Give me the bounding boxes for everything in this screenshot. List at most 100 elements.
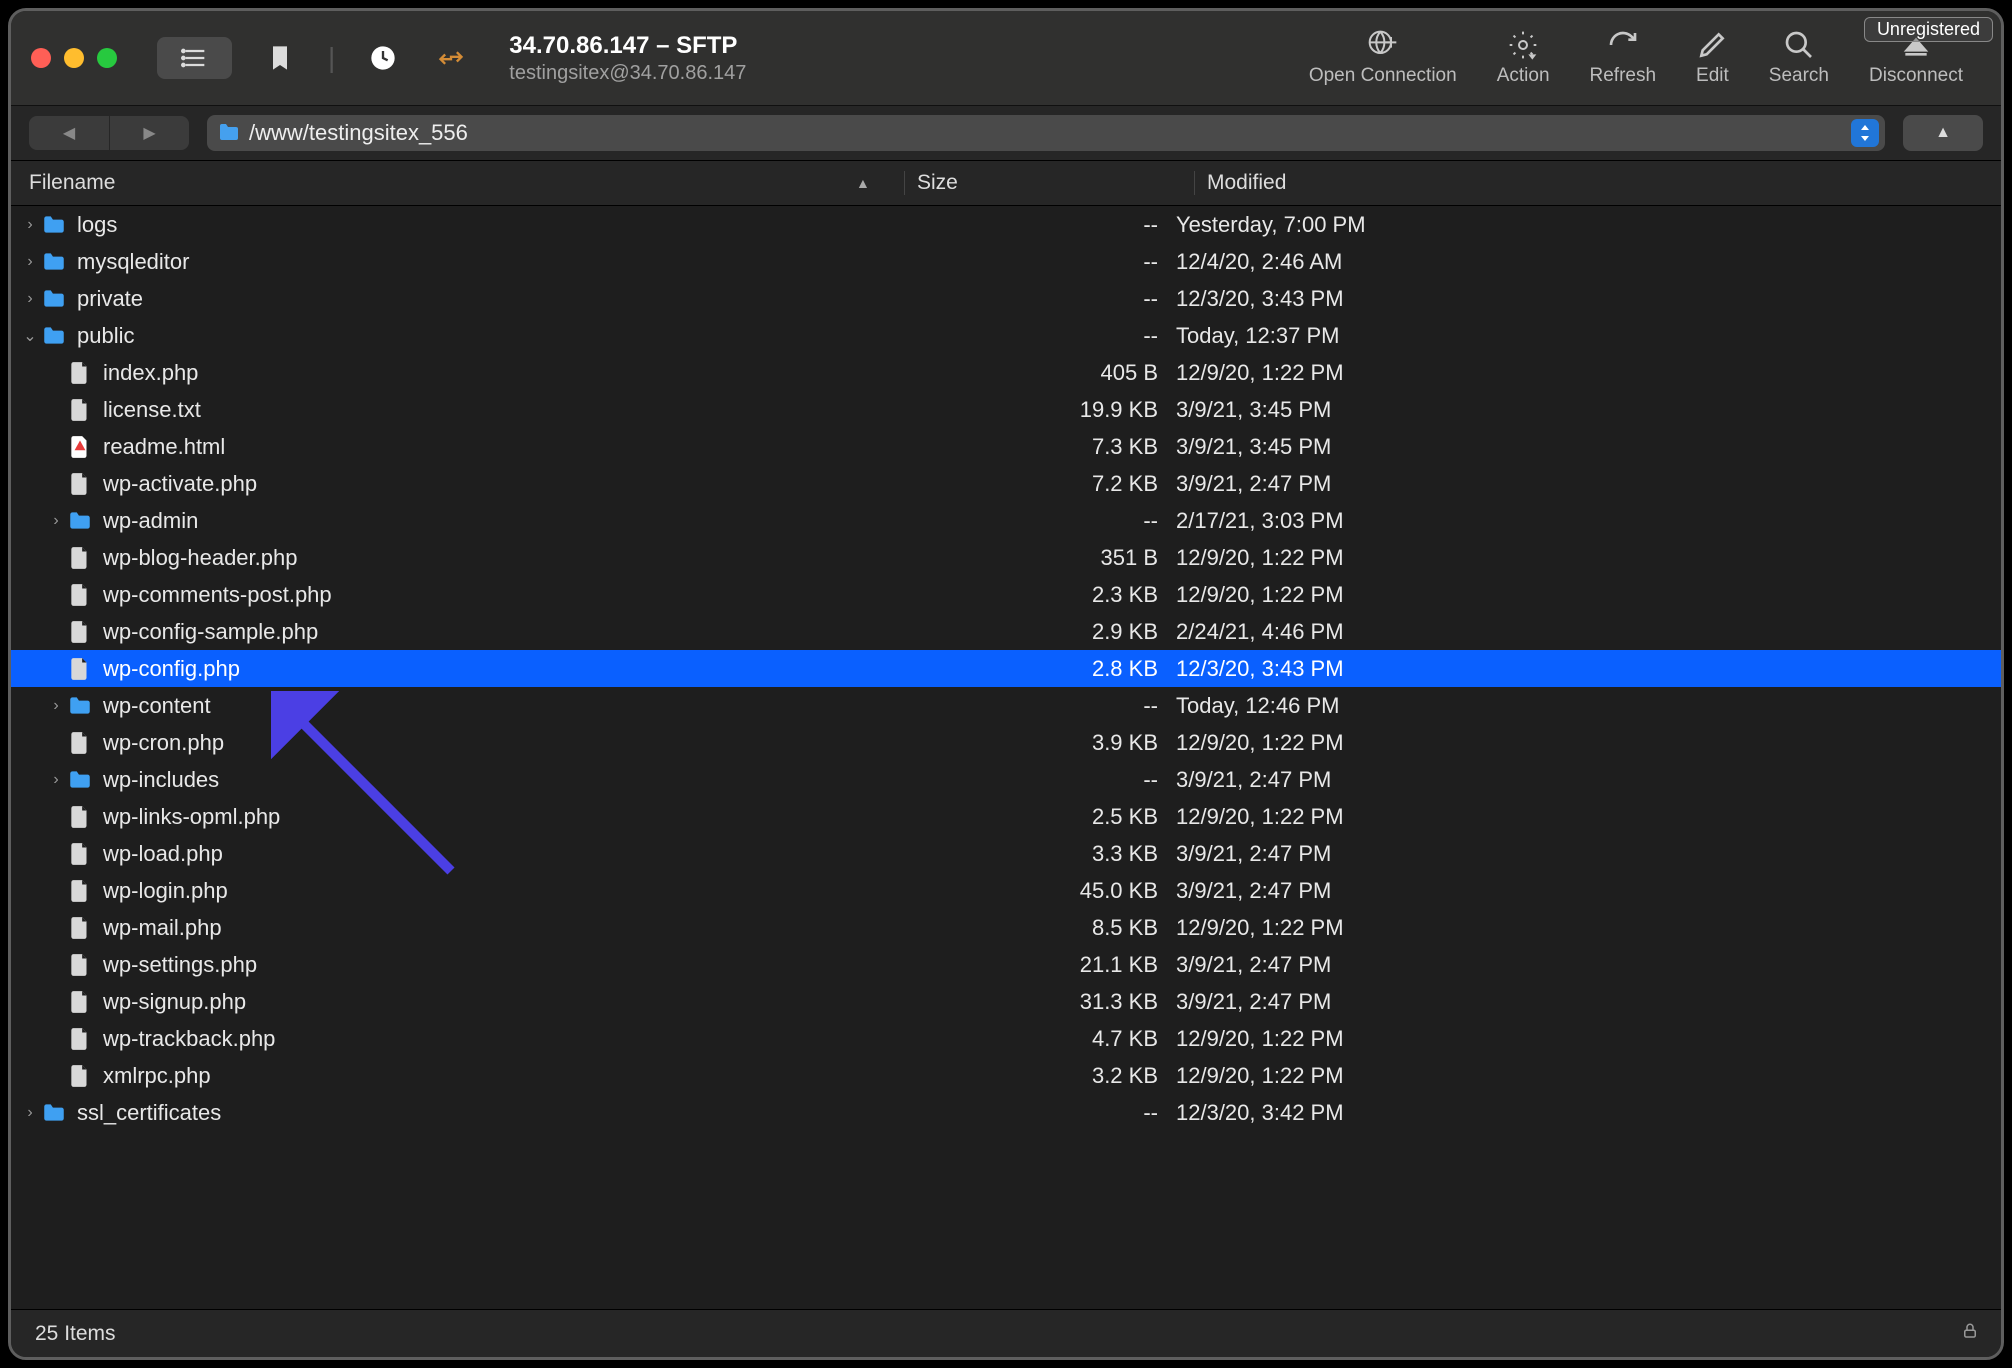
file-modified: 12/9/20, 1:22 PM (1176, 915, 1991, 941)
disclosure-triangle[interactable]: › (45, 697, 67, 715)
close-window-button[interactable] (31, 48, 51, 68)
disclosure-triangle[interactable]: › (45, 512, 67, 530)
column-header-filename[interactable]: Filename (29, 171, 904, 195)
file-row[interactable]: ⌄ public --Today, 12:37 PM (11, 317, 2001, 354)
file-modified: 3/9/21, 3:45 PM (1176, 397, 1991, 423)
file-row[interactable]: wp-cron.php3.9 KB12/9/20, 1:22 PM (11, 724, 2001, 761)
file-row[interactable]: index.php405 B12/9/20, 1:22 PM (11, 354, 2001, 391)
file-size: -- (886, 1100, 1176, 1126)
file-size: 351 B (886, 545, 1176, 571)
file-name: wp-mail.php (103, 915, 222, 941)
open-connection-button[interactable]: Open Connection (1289, 11, 1477, 105)
file-row[interactable]: license.txt 19.9 KB3/9/21, 3:45 PM (11, 391, 2001, 428)
edit-button[interactable]: Edit (1676, 11, 1749, 105)
file-row[interactable]: ›wp-includes--3/9/21, 2:47 PM (11, 761, 2001, 798)
file-row[interactable]: wp-blog-header.php351 B12/9/20, 1:22 PM (11, 539, 2001, 576)
file-row[interactable]: wp-settings.php21.1 KB3/9/21, 2:47 PM (11, 946, 2001, 983)
path-bar[interactable]: /www/testingsitex_556 (207, 115, 1885, 151)
file-row[interactable]: wp-comments-post.php2.3 KB12/9/20, 1:22 … (11, 576, 2001, 613)
file-row[interactable]: ›wp-content--Today, 12:46 PM (11, 687, 2001, 724)
file-name: mysqleditor (77, 249, 189, 275)
file-size: 7.2 KB (886, 471, 1176, 497)
column-header-size[interactable]: Size (904, 171, 1194, 195)
action-button[interactable]: Action (1477, 11, 1570, 105)
file-modified: 12/3/20, 3:43 PM (1176, 656, 1991, 682)
file-name: wp-config.php (103, 656, 240, 682)
file-row[interactable]: wp-trackback.php4.7 KB12/9/20, 1:22 PM (11, 1020, 2001, 1057)
file-row[interactable]: ›mysqleditor--12/4/20, 2:46 AM (11, 243, 2001, 280)
folder-icon (217, 121, 241, 145)
go-up-button[interactable]: ▲ (1903, 115, 1983, 151)
file-modified: Today, 12:37 PM (1176, 323, 1991, 349)
disclosure-triangle[interactable]: ⌄ (19, 326, 41, 346)
file-row[interactable]: wp-login.php45.0 KB3/9/21, 2:47 PM (11, 872, 2001, 909)
file-size: -- (886, 323, 1176, 349)
title-bar: | 34.70.86.147 – SFTP testingsitex@34.70… (11, 11, 2001, 106)
file-name: wp-includes (103, 767, 219, 793)
path-dropdown-stepper[interactable] (1851, 119, 1879, 147)
file-row[interactable]: wp-activate.php7.2 KB3/9/21, 2:47 PM (11, 465, 2001, 502)
outline-view-button[interactable] (157, 37, 232, 79)
file-size: -- (886, 212, 1176, 238)
file-modified: 12/3/20, 3:42 PM (1176, 1100, 1991, 1126)
sort-ascending-icon: ▲ (856, 175, 870, 191)
file-modified: 3/9/21, 2:47 PM (1176, 841, 1991, 867)
traffic-lights (31, 48, 117, 68)
file-size: -- (886, 767, 1176, 793)
file-row[interactable]: wp-signup.php31.3 KB3/9/21, 2:47 PM (11, 983, 2001, 1020)
history-button[interactable] (363, 38, 403, 78)
file-size: 2.5 KB (886, 804, 1176, 830)
file-size: 19.9 KB (886, 397, 1176, 423)
file-name: public (77, 323, 134, 349)
disclosure-triangle[interactable]: › (45, 771, 67, 789)
search-button[interactable]: Search (1749, 11, 1849, 105)
file-modified: 12/4/20, 2:46 AM (1176, 249, 1991, 275)
file-row[interactable]: wp-config-sample.php2.9 KB2/24/21, 4:46 … (11, 613, 2001, 650)
file-row[interactable]: readme.html7.3 KB3/9/21, 3:45 PM (11, 428, 2001, 465)
column-header-modified[interactable]: Modified (1194, 171, 1983, 195)
file-modified: 12/9/20, 1:22 PM (1176, 545, 1991, 571)
sftp-window: | 34.70.86.147 – SFTP testingsitex@34.70… (8, 8, 2004, 1360)
file-name: wp-config-sample.php (103, 619, 318, 645)
lock-icon (1961, 1322, 1979, 1346)
zoom-window-button[interactable] (97, 48, 117, 68)
file-row[interactable]: ›wp-admin--2/17/21, 3:03 PM (11, 502, 2001, 539)
disclosure-triangle[interactable]: › (19, 1104, 41, 1122)
file-row[interactable]: wp-load.php 3.3 KB3/9/21, 2:47 PM (11, 835, 2001, 872)
disclosure-triangle[interactable]: › (19, 253, 41, 271)
file-size: 21.1 KB (886, 952, 1176, 978)
bookmarks-button[interactable] (260, 38, 300, 78)
file-name: logs (77, 212, 117, 238)
file-row[interactable]: wp-config.php 2.8 KB12/3/20, 3:43 PM (11, 650, 2001, 687)
file-size: 2.3 KB (886, 582, 1176, 608)
file-name: wp-load.php (103, 841, 223, 867)
window-subtitle: testingsitex@34.70.86.147 (509, 62, 746, 85)
transfers-button[interactable] (431, 38, 471, 78)
file-name: private (77, 286, 143, 312)
column-headers: Filename ▲ Size Modified (11, 161, 2001, 206)
refresh-button[interactable]: Refresh (1570, 11, 1677, 105)
file-size: 2.8 KB (886, 656, 1176, 682)
file-size: 3.2 KB (886, 1063, 1176, 1089)
file-modified: 12/9/20, 1:22 PM (1176, 1026, 1991, 1052)
file-modified: 3/9/21, 2:47 PM (1176, 952, 1991, 978)
file-row[interactable]: ›ssl_certificates--12/3/20, 3:42 PM (11, 1094, 2001, 1131)
minimize-window-button[interactable] (64, 48, 84, 68)
file-list[interactable]: ›logs--Yesterday, 7:00 PM›mysqleditor--1… (11, 206, 2001, 1309)
file-size: 3.3 KB (886, 841, 1176, 867)
file-name: license.txt (103, 397, 201, 423)
nav-forward-button[interactable]: ▶ (109, 116, 189, 150)
file-name: wp-content (103, 693, 211, 719)
file-size: -- (886, 508, 1176, 534)
disclosure-triangle[interactable]: › (19, 290, 41, 308)
disclosure-triangle[interactable]: › (19, 216, 41, 234)
file-row[interactable]: wp-links-opml.php2.5 KB12/9/20, 1:22 PM (11, 798, 2001, 835)
nav-back-button[interactable]: ◀ (29, 116, 109, 150)
file-row[interactable]: ›logs--Yesterday, 7:00 PM (11, 206, 2001, 243)
file-size: 2.9 KB (886, 619, 1176, 645)
file-modified: 12/9/20, 1:22 PM (1176, 1063, 1991, 1089)
file-row[interactable]: xmlrpc.php3.2 KB12/9/20, 1:22 PM (11, 1057, 2001, 1094)
file-row[interactable]: ›private--12/3/20, 3:43 PM (11, 280, 2001, 317)
unregistered-badge[interactable]: Unregistered (1864, 17, 1993, 42)
file-row[interactable]: wp-mail.php8.5 KB12/9/20, 1:22 PM (11, 909, 2001, 946)
